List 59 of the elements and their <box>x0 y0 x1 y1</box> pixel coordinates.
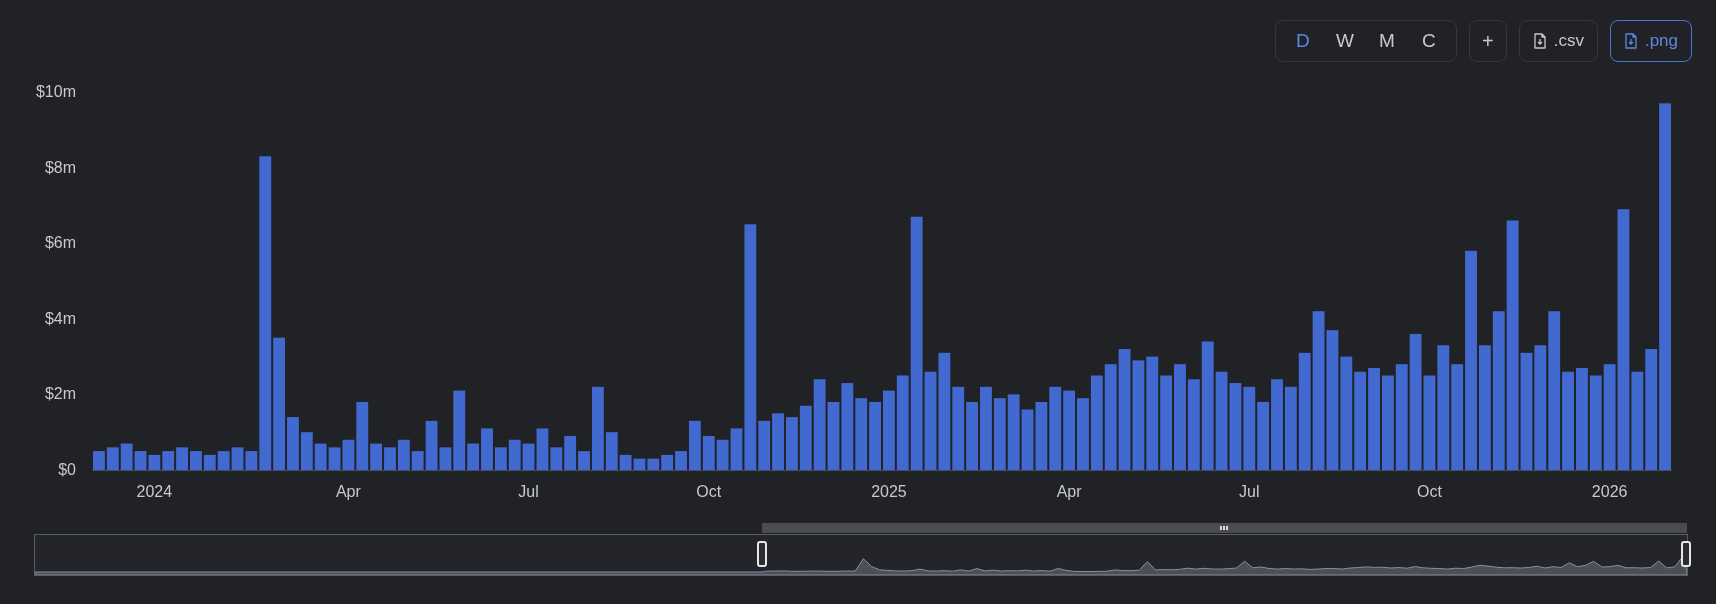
y-axis-label: $4m <box>44 309 76 327</box>
period-tab[interactable]: W <box>1324 21 1366 61</box>
y-axis-label: $2m <box>44 385 76 403</box>
y-axis-label: $6m <box>44 234 76 252</box>
file-download-icon <box>1623 33 1638 49</box>
grip-icon <box>1220 526 1229 530</box>
bar <box>176 447 188 470</box>
bar <box>508 439 521 470</box>
bar <box>148 454 161 470</box>
bar <box>869 401 881 470</box>
bar <box>772 413 784 470</box>
y-axis-label: $10m <box>35 83 76 100</box>
bar <box>966 401 978 470</box>
bar <box>106 447 119 470</box>
bar <box>203 454 216 470</box>
bar <box>134 451 147 470</box>
bar <box>1257 401 1270 470</box>
brush-handle[interactable] <box>1681 541 1691 567</box>
bar <box>786 417 798 470</box>
x-axis-label: Oct <box>1417 483 1442 500</box>
y-axis-label: $0 <box>58 461 76 478</box>
bar <box>1035 401 1048 470</box>
bar <box>827 401 840 470</box>
bar <box>231 447 244 470</box>
x-axis-label: Apr <box>335 483 361 500</box>
bar <box>314 443 327 470</box>
x-axis-label: Jul <box>518 483 539 500</box>
file-download-icon <box>1532 33 1547 49</box>
bar <box>855 398 868 470</box>
x-axis-label: Apr <box>1056 483 1082 500</box>
x-axis-label: 2026 <box>1591 483 1628 500</box>
x-axis-label: Jul <box>1239 483 1260 500</box>
download-button[interactable]: .csv <box>1518 20 1598 62</box>
bar <box>300 432 313 470</box>
bar <box>1021 409 1034 470</box>
bar <box>716 439 729 470</box>
bar <box>120 443 133 470</box>
download-button[interactable]: .png <box>1609 20 1692 62</box>
x-axis-label: 2025 <box>871 483 907 500</box>
x-axis-label: 2024 <box>136 483 173 500</box>
y-axis-label: $8m <box>44 158 76 176</box>
bar <box>217 451 230 470</box>
brush-handle[interactable] <box>756 541 767 567</box>
period-tab[interactable]: D <box>1282 21 1324 61</box>
bar <box>661 454 674 470</box>
bar <box>328 447 341 470</box>
bar <box>93 451 105 470</box>
period-tab[interactable]: M <box>1366 21 1408 61</box>
bar <box>633 458 646 470</box>
add-button[interactable]: + <box>1469 20 1507 62</box>
bar <box>162 451 175 470</box>
bar <box>1077 398 1089 470</box>
period-tab[interactable]: C <box>1408 21 1450 61</box>
bar <box>993 398 1006 470</box>
bar <box>799 405 812 470</box>
x-axis-label: Oct <box>696 483 722 500</box>
bar <box>190 451 202 470</box>
bar <box>384 447 396 470</box>
bar <box>647 458 660 470</box>
